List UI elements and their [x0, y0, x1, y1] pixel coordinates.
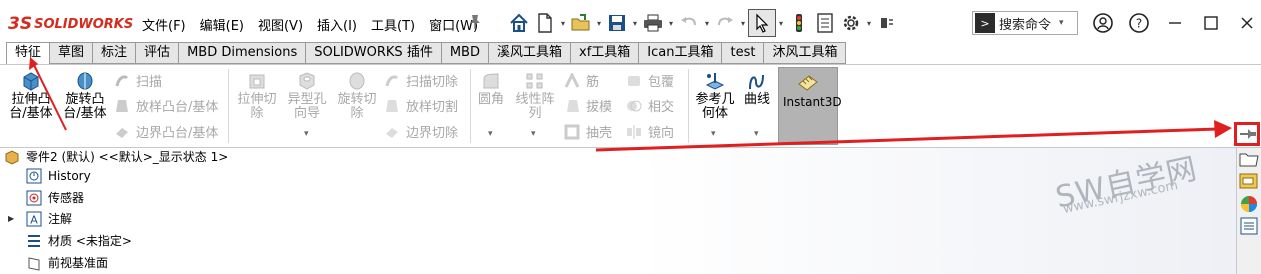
file-explorer-icon[interactable] [1239, 172, 1259, 192]
custom-properties-icon[interactable] [1239, 216, 1259, 236]
annotation-arrows [29, 57, 1232, 152]
task-pane-tabs [1236, 148, 1261, 274]
design-library-folder-icon[interactable] [1239, 150, 1259, 170]
pin-icon[interactable] [1238, 125, 1258, 143]
appearances-icon[interactable] [1239, 194, 1259, 214]
solidworks-window: { "app": { "brand_mark": "3S", "brand_na… [0, 0, 1261, 274]
